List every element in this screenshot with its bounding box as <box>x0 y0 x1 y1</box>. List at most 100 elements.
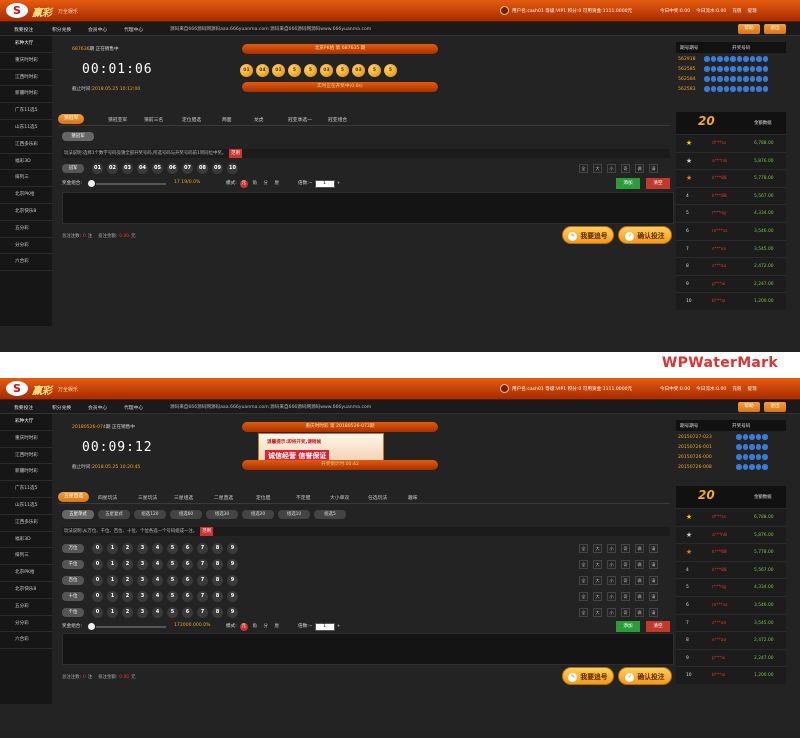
number-ball[interactable]: 4 <box>152 543 163 554</box>
number-ball[interactable]: 9 <box>227 559 238 570</box>
nav-item[interactable]: 我要投注 <box>14 404 33 411</box>
quick-select-1[interactable]: 大 <box>593 608 602 617</box>
top-link[interactable]: 充值 <box>732 386 741 392</box>
number-ball[interactable]: 05 <box>152 163 163 174</box>
quick-select-3[interactable]: 奇 <box>621 576 630 585</box>
sidebar-item[interactable]: 福彩3D <box>0 532 52 549</box>
sidebar-item[interactable]: 江西多乐彩 <box>0 137 52 154</box>
number-ball[interactable]: 2 <box>122 575 133 586</box>
top-link[interactable]: 今日中奖:0.00 <box>660 386 690 392</box>
sidebar-item[interactable]: 重庆时时彩 <box>0 53 52 70</box>
quick-select-0[interactable]: 全 <box>579 592 588 601</box>
avatar[interactable] <box>500 6 509 15</box>
tab-4[interactable]: 二星直选 <box>214 494 233 501</box>
number-ball[interactable]: 08 <box>197 163 208 174</box>
subtab[interactable]: 组选30 <box>206 510 238 519</box>
number-ball[interactable]: 7 <box>197 607 208 618</box>
example-button[interactable]: 范例 <box>200 527 213 536</box>
number-ball[interactable]: 5 <box>167 591 178 602</box>
subtab[interactable]: 五星复式 <box>98 510 130 519</box>
number-ball[interactable]: 5 <box>167 575 178 586</box>
top-link[interactable]: 提现 <box>748 386 757 392</box>
top-link[interactable]: 今日流水:0.00 <box>696 8 726 14</box>
number-ball[interactable]: 10 <box>227 163 238 174</box>
quick-select-3[interactable]: 奇 <box>621 544 630 553</box>
tab-0[interactable]: 猜冠军 <box>58 114 85 124</box>
number-ball[interactable]: 02 <box>107 163 118 174</box>
sidebar-item[interactable]: 山东11选5 <box>0 120 52 137</box>
tab-2[interactable]: 三星玩法 <box>138 494 157 501</box>
sidebar-item[interactable]: 六合彩 <box>0 632 52 650</box>
quick-select-2[interactable]: 小 <box>607 592 616 601</box>
top-link[interactable]: 今日流水:0.00 <box>696 386 726 392</box>
number-ball[interactable]: 5 <box>167 607 178 618</box>
quick-select-3[interactable]: 奇 <box>621 592 630 601</box>
quick-select-4[interactable]: 偶 <box>635 608 644 617</box>
quick-select-2[interactable]: 小 <box>607 608 616 617</box>
number-ball[interactable]: 8 <box>212 575 223 586</box>
mode-option[interactable]: 元 <box>239 623 248 631</box>
quick-select-1[interactable]: 大 <box>593 560 602 569</box>
quick-select-0[interactable]: 全 <box>579 544 588 553</box>
number-ball[interactable]: 4 <box>152 559 163 570</box>
quick-select-4[interactable]: 偶 <box>635 560 644 569</box>
number-ball[interactable]: 8 <box>212 591 223 602</box>
number-ball[interactable]: 4 <box>152 591 163 602</box>
sidebar-item[interactable]: 彩种大厅 <box>0 36 52 53</box>
mode-option[interactable]: 厘 <box>273 180 281 188</box>
quick-select-0[interactable]: 全 <box>579 576 588 585</box>
sidebar-item[interactable]: 分分彩 <box>0 616 52 633</box>
multiplier-minus[interactable]: − <box>309 181 313 186</box>
sidebar-item[interactable]: 分分彩 <box>0 238 52 255</box>
quick-select-3[interactable]: 奇 <box>621 560 630 569</box>
multiplier-minus[interactable]: − <box>309 624 313 629</box>
number-ball[interactable]: 6 <box>182 591 193 602</box>
quick-select-0[interactable]: 全 <box>579 608 588 617</box>
sidebar-item[interactable]: 五分彩 <box>0 599 52 616</box>
number-ball[interactable]: 1 <box>107 575 118 586</box>
clear-button[interactable]: 清空 <box>646 621 670 632</box>
number-ball[interactable]: 2 <box>122 543 133 554</box>
multiplier-input[interactable]: 1 <box>314 180 335 188</box>
number-ball[interactable]: 2 <box>122 591 133 602</box>
confirm-bet-button[interactable]: ✓ 确认投注 <box>618 667 672 685</box>
quick-select-0[interactable]: 全 <box>579 560 588 569</box>
mode-option[interactable]: 分 <box>262 180 270 188</box>
quick-select-2[interactable]: 小 <box>607 576 616 585</box>
number-ball[interactable]: 07 <box>182 163 193 174</box>
number-ball[interactable]: 3 <box>137 543 148 554</box>
number-ball[interactable]: 0 <box>92 559 103 570</box>
subtab[interactable]: 组选120 <box>134 510 166 519</box>
tab-3[interactable]: 定位胆选 <box>182 116 201 123</box>
number-ball[interactable]: 1 <box>107 543 118 554</box>
quick-select-2[interactable]: 小 <box>607 164 616 173</box>
number-ball[interactable]: 9 <box>227 591 238 602</box>
clear-button[interactable]: 清空 <box>646 178 670 189</box>
number-ball[interactable]: 1 <box>107 591 118 602</box>
subtab[interactable]: 五星单式 <box>62 510 94 519</box>
multiplier-plus[interactable]: + <box>337 181 341 186</box>
mode-option[interactable]: 厘 <box>273 623 281 631</box>
number-ball[interactable]: 9 <box>227 575 238 586</box>
number-ball[interactable]: 7 <box>197 575 208 586</box>
avatar[interactable] <box>500 384 509 393</box>
number-ball[interactable]: 1 <box>107 607 118 618</box>
number-ball[interactable]: 7 <box>197 591 208 602</box>
tab-6[interactable]: 不定胆 <box>296 494 310 501</box>
tab-7[interactable]: 大小单双 <box>330 494 349 501</box>
quick-select-4[interactable]: 偶 <box>635 592 644 601</box>
top-link[interactable]: 今日中奖:0.00 <box>660 8 690 14</box>
add-button[interactable]: 添加 <box>616 178 640 189</box>
number-ball[interactable]: 2 <box>122 607 133 618</box>
sidebar-item[interactable]: 山东11选5 <box>0 498 52 515</box>
number-ball[interactable]: 8 <box>212 607 223 618</box>
number-ball[interactable]: 3 <box>137 575 148 586</box>
logout-button[interactable]: 退出 <box>764 402 786 412</box>
number-ball[interactable]: 5 <box>167 543 178 554</box>
mode-option[interactable]: 元 <box>239 180 248 188</box>
quick-select-1[interactable]: 大 <box>593 544 602 553</box>
subtab[interactable]: 组选60 <box>170 510 202 519</box>
sidebar-item[interactable]: 福彩3D <box>0 154 52 171</box>
example-button[interactable]: 范例 <box>229 149 242 158</box>
number-ball[interactable]: 0 <box>92 591 103 602</box>
